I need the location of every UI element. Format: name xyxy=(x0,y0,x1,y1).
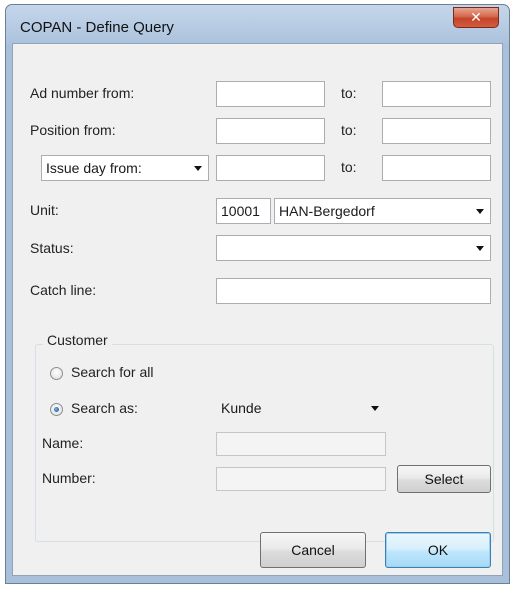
ok-button[interactable]: OK xyxy=(385,532,491,568)
issue-day-to-label: to: xyxy=(341,159,357,175)
close-icon: ✕ xyxy=(470,10,482,26)
search-as-label[interactable]: Search as: xyxy=(71,400,138,416)
chevron-down-icon xyxy=(194,166,202,171)
number-input xyxy=(216,467,386,491)
unit-code-input[interactable]: 10001 xyxy=(216,198,271,224)
number-label: Number: xyxy=(42,470,96,486)
issue-day-selected: Issue day from: xyxy=(46,160,142,176)
issue-day-dropdown[interactable]: Issue day from: xyxy=(41,155,209,181)
ad-number-to-input[interactable] xyxy=(382,81,491,107)
window-title: COPAN - Define Query xyxy=(20,19,174,36)
unit-name-selected: HAN-Bergedorf xyxy=(279,203,375,219)
search-as-selected: Kunde xyxy=(221,400,262,416)
status-dropdown[interactable] xyxy=(216,235,491,261)
ad-number-from-input[interactable] xyxy=(216,81,325,107)
name-input xyxy=(216,432,386,456)
issue-day-from-input[interactable] xyxy=(216,155,325,181)
search-for-all-label[interactable]: Search for all xyxy=(71,364,153,380)
dialog-client-area: Ad number from: to: Position from: to: I… xyxy=(12,43,503,576)
customer-group-title: Customer xyxy=(43,332,112,348)
select-button[interactable]: Select xyxy=(397,465,491,493)
unit-name-dropdown[interactable]: HAN-Bergedorf xyxy=(274,198,491,224)
dialog-window: COPAN - Define Query ✕ Ad number from: t… xyxy=(5,4,510,584)
catch-line-label: Catch line: xyxy=(30,282,97,298)
search-as-radio[interactable] xyxy=(50,403,63,416)
cancel-button[interactable]: Cancel xyxy=(260,532,366,568)
catch-line-input[interactable] xyxy=(216,278,491,304)
chevron-down-icon xyxy=(476,246,484,251)
chevron-down-icon xyxy=(476,209,484,214)
position-to-label: to: xyxy=(341,122,357,138)
search-for-all-radio[interactable] xyxy=(50,367,63,380)
ad-number-to-label: to: xyxy=(341,85,357,101)
ad-number-label: Ad number from: xyxy=(30,85,135,101)
chevron-down-icon xyxy=(371,406,379,411)
status-label: Status: xyxy=(30,240,74,256)
search-as-dropdown[interactable]: Kunde xyxy=(216,395,386,421)
unit-label: Unit: xyxy=(30,202,59,218)
title-bar[interactable]: COPAN - Define Query ✕ xyxy=(6,5,509,43)
issue-day-to-input[interactable] xyxy=(382,155,491,181)
close-button[interactable]: ✕ xyxy=(453,7,499,28)
name-label: Name: xyxy=(42,435,84,451)
position-to-input[interactable] xyxy=(382,118,491,144)
position-label: Position from: xyxy=(30,122,116,138)
position-from-input[interactable] xyxy=(216,118,325,144)
